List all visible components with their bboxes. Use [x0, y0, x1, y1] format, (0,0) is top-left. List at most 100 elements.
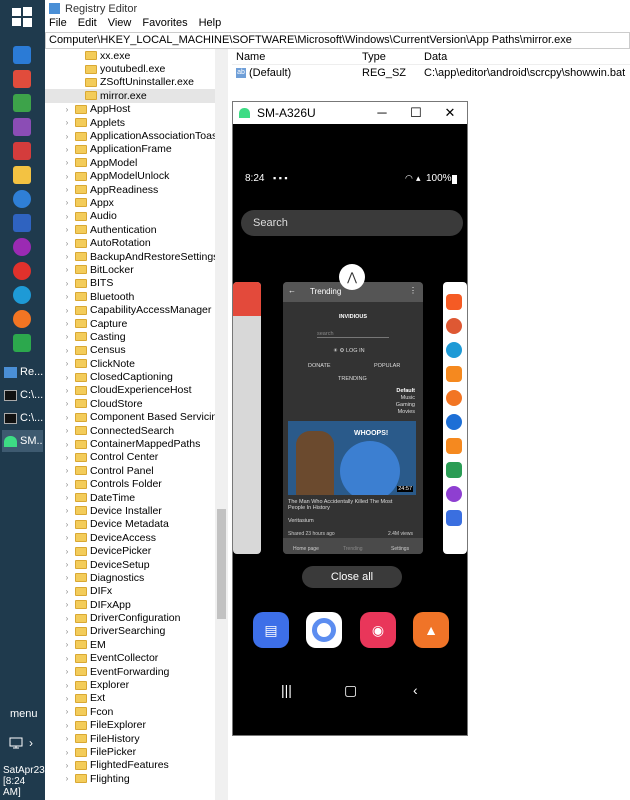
app-icon-2[interactable]: [13, 70, 31, 88]
expand-chevron-icon[interactable]: ›: [63, 105, 71, 114]
tree-item[interactable]: › Diagnostics: [45, 571, 227, 584]
tree-item[interactable]: › Control Center: [45, 451, 227, 464]
expand-chevron-icon[interactable]: ›: [63, 707, 71, 716]
tree-item[interactable]: › Appx: [45, 196, 227, 209]
column-data[interactable]: Data: [424, 51, 447, 63]
video-channel[interactable]: Veritasium: [288, 518, 314, 524]
column-type[interactable]: Type: [362, 51, 424, 63]
donate-link[interactable]: DONATE: [308, 363, 331, 369]
chrome-icon[interactable]: [306, 612, 342, 648]
expand-chevron-icon[interactable]: ›: [63, 761, 71, 770]
popular-link[interactable]: POPULAR: [374, 363, 400, 369]
close-icon[interactable]: ✕: [433, 102, 467, 124]
expand-chevron-icon[interactable]: ›: [63, 681, 71, 690]
expand-chevron-icon[interactable]: ›: [63, 386, 71, 395]
expand-chevron-icon[interactable]: ›: [63, 373, 71, 382]
expand-chevron-icon[interactable]: ›: [63, 279, 71, 288]
filter-movies[interactable]: Movies: [396, 409, 415, 416]
tree-item[interactable]: › ApplicationAssociationToasts: [45, 129, 227, 142]
column-name[interactable]: Name: [232, 51, 362, 63]
tree-item[interactable]: › CloudStore: [45, 397, 227, 410]
file-explorer-icon[interactable]: [13, 166, 31, 184]
home-button-icon[interactable]: ▢: [344, 682, 357, 699]
chevron-right-icon[interactable]: ›: [29, 736, 33, 750]
video-title[interactable]: The Man Who Accidentally Killed The Most…: [288, 499, 408, 511]
tree-item[interactable]: › EventCollector: [45, 652, 227, 665]
expand-chevron-icon[interactable]: ›: [63, 493, 71, 502]
app-icon-7[interactable]: [13, 190, 31, 208]
tree-item[interactable]: › Casting: [45, 330, 227, 343]
taskbar-app-scrcpy[interactable]: SM...: [2, 430, 43, 452]
expand-chevron-icon[interactable]: ›: [63, 520, 71, 529]
tree-item[interactable]: › Applets: [45, 116, 227, 129]
tree-item[interactable]: › DriverSearching: [45, 625, 227, 638]
app-icon-13[interactable]: [13, 334, 31, 352]
expand-chevron-icon[interactable]: ›: [63, 667, 71, 676]
more-icon[interactable]: ⋮: [409, 286, 417, 295]
app-icon-3[interactable]: [13, 94, 31, 112]
expand-chevron-icon[interactable]: ›: [63, 654, 71, 663]
tree-item[interactable]: › Ext: [45, 692, 227, 705]
expand-chevron-icon[interactable]: ›: [63, 600, 71, 609]
tree-item[interactable]: mirror.exe: [45, 89, 227, 103]
expand-chevron-icon[interactable]: ›: [63, 640, 71, 649]
tree-item[interactable]: › EventForwarding: [45, 665, 227, 678]
recent-app-card-invidious[interactable]: ← Trending ⋮ INVIDIOUS search ☀ ⚙ LOG IN…: [283, 282, 423, 554]
expand-chevron-icon[interactable]: ›: [63, 734, 71, 743]
tree-item[interactable]: › ClickNote: [45, 357, 227, 370]
tree-item[interactable]: › AppHost: [45, 103, 227, 116]
recent-app-card-right[interactable]: [443, 282, 467, 554]
filter-default[interactable]: Default: [396, 388, 415, 395]
filter-gaming[interactable]: Gaming: [396, 402, 415, 409]
expand-chevron-icon[interactable]: ›: [63, 145, 71, 154]
expand-chevron-icon[interactable]: ›: [63, 426, 71, 435]
tree-item[interactable]: › DevicePicker: [45, 544, 227, 557]
tree-item[interactable]: › Control Panel: [45, 464, 227, 477]
tree-item[interactable]: › FlightedFeatures: [45, 759, 227, 772]
tree-item[interactable]: › AppModelUnlock: [45, 170, 227, 183]
expand-chevron-icon[interactable]: ›: [63, 132, 71, 141]
expand-chevron-icon[interactable]: ›: [63, 748, 71, 757]
expand-chevron-icon[interactable]: ›: [63, 480, 71, 489]
expand-chevron-icon[interactable]: ›: [63, 399, 71, 408]
tree-item[interactable]: › CloudExperienceHost: [45, 384, 227, 397]
tree-item[interactable]: › FilePicker: [45, 745, 227, 758]
expand-chevron-icon[interactable]: ›: [63, 265, 71, 274]
minimize-icon[interactable]: ─: [365, 102, 399, 124]
tree-item[interactable]: › Component Based Servicing: [45, 411, 227, 424]
gallery-icon[interactable]: ▲: [413, 612, 449, 648]
tree-item[interactable]: › Fcon: [45, 705, 227, 718]
back-button-icon[interactable]: ‹: [413, 682, 418, 698]
samsung-notes-icon[interactable]: ▤: [253, 612, 289, 648]
firefox-icon[interactable]: [13, 310, 31, 328]
expand-chevron-icon[interactable]: ›: [63, 506, 71, 515]
trending-link[interactable]: TRENDING: [338, 376, 367, 382]
recents-button-icon[interactable]: |||: [281, 682, 292, 698]
menu-favorites[interactable]: Favorites: [142, 17, 187, 32]
tree-item[interactable]: › ConnectedSearch: [45, 424, 227, 437]
tree-item[interactable]: › BITS: [45, 277, 227, 290]
expand-chevron-icon[interactable]: ›: [63, 694, 71, 703]
expand-chevron-icon[interactable]: ›: [63, 346, 71, 355]
nav-settings[interactable]: Settings: [391, 546, 409, 552]
expand-chevron-icon[interactable]: ›: [63, 547, 71, 556]
recent-app-card-left[interactable]: [233, 282, 261, 554]
tree-item[interactable]: › Capture: [45, 317, 227, 330]
tree-item[interactable]: › DeviceSetup: [45, 558, 227, 571]
tree-item[interactable]: youtubedl.exe: [45, 62, 227, 75]
tree-item[interactable]: › DateTime: [45, 491, 227, 504]
tree-item[interactable]: › Audio: [45, 210, 227, 223]
address-bar[interactable]: Computer\HKEY_LOCAL_MACHINE\SOFTWARE\Mic…: [45, 32, 630, 49]
tree-item[interactable]: › FileHistory: [45, 732, 227, 745]
expand-chevron-icon[interactable]: ›: [63, 440, 71, 449]
expand-chevron-icon[interactable]: ›: [63, 721, 71, 730]
tree-item[interactable]: › DriverConfiguration: [45, 611, 227, 624]
app-icon-8[interactable]: [13, 214, 31, 232]
expand-chevron-icon[interactable]: ›: [63, 306, 71, 315]
tree-item[interactable]: › ClosedCaptioning: [45, 370, 227, 383]
tree-item[interactable]: › AutoRotation: [45, 236, 227, 249]
taskbar-menu[interactable]: menu: [10, 708, 38, 720]
tree-item[interactable]: › AppReadiness: [45, 183, 227, 196]
window-titlebar[interactable]: Registry Editor: [45, 0, 630, 17]
tree-item[interactable]: › CapabilityAccessManager: [45, 303, 227, 316]
